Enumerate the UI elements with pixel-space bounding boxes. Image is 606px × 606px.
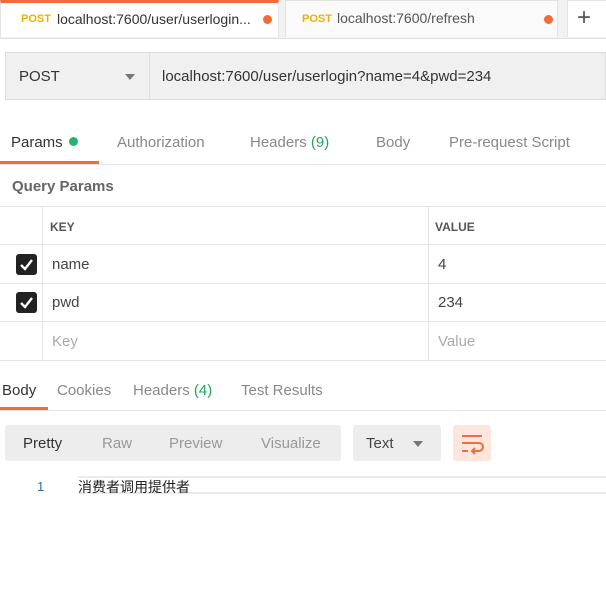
format-button-group: Pretty Raw Preview Visualize — [5, 425, 341, 461]
format-visualize-button[interactable]: Visualize — [261, 435, 321, 452]
active-tab-indicator — [0, 407, 48, 410]
format-pretty-button[interactable]: Pretty — [23, 435, 62, 452]
table-row: pwd 234 — [0, 284, 606, 322]
tab-method-badge: POST — [21, 13, 51, 25]
active-tab-indicator — [0, 161, 99, 164]
response-type-select[interactable]: Text — [353, 425, 441, 461]
tab-authorization[interactable]: Authorization — [117, 134, 205, 151]
param-value[interactable]: 4 — [438, 256, 446, 273]
chevron-down-icon — [125, 74, 135, 80]
response-body-editor[interactable]: 1 消费者调用提供者 — [0, 476, 606, 496]
column-header-value: VALUE — [435, 220, 475, 234]
status-dot-icon — [68, 137, 78, 146]
tab-method-badge: POST — [302, 13, 332, 25]
tab-response-headers-label: Headers — [133, 382, 190, 399]
tab-url-label: localhost:7600/refresh — [337, 10, 475, 26]
response-tabs: Body Cookies Headers (4) Test Results — [0, 372, 606, 411]
tab-body[interactable]: Body — [376, 134, 410, 151]
new-tab-button[interactable]: + — [567, 0, 606, 37]
request-tab-refresh[interactable]: POST localhost:7600/refresh — [285, 0, 558, 37]
tab-response-body[interactable]: Body — [2, 382, 36, 399]
tab-response-headers[interactable]: Headers (4) — [133, 382, 212, 399]
tab-url-label: localhost:7600/user/userlogin... — [57, 11, 251, 27]
tab-cookies[interactable]: Cookies — [57, 382, 111, 399]
wrap-lines-icon — [462, 435, 484, 455]
tab-params-label: Params — [11, 134, 63, 151]
line-number: 1 — [37, 479, 45, 494]
method-select-value: POST — [19, 68, 60, 85]
param-value[interactable]: 234 — [438, 294, 463, 311]
unsaved-dot-icon — [263, 15, 272, 24]
response-headers-count: (4) — [193, 382, 213, 399]
format-preview-button[interactable]: Preview — [169, 435, 222, 452]
param-key[interactable]: pwd — [52, 294, 80, 311]
request-tabs: Params Authorization Headers (9) Body Pr… — [0, 128, 606, 165]
table-header-row: KEY VALUE — [0, 207, 606, 245]
tab-pre-request-script[interactable]: Pre-request Script — [449, 134, 570, 151]
plus-icon: + — [577, 4, 592, 31]
response-type-value: Text — [366, 435, 394, 452]
query-params-table: KEY VALUE name 4 pwd 234 Key Value — [0, 206, 606, 361]
method-select[interactable]: POST — [5, 52, 149, 100]
headers-count: (9) — [310, 134, 330, 151]
chevron-down-icon — [413, 441, 423, 447]
tab-headers[interactable]: Headers (9) — [250, 134, 329, 151]
request-tab-userlogin[interactable]: POST localhost:7600/user/userlogin... — [0, 0, 279, 37]
query-params-title: Query Params — [12, 178, 114, 195]
unsaved-dot-icon — [544, 15, 553, 24]
tab-test-results[interactable]: Test Results — [241, 382, 323, 399]
param-key[interactable]: name — [52, 256, 90, 273]
table-row-new: Key Value — [0, 322, 606, 361]
checkmark-icon — [20, 259, 33, 271]
new-key-input[interactable]: Key — [52, 333, 78, 350]
param-checkbox[interactable] — [16, 254, 37, 275]
tab-headers-label: Headers — [250, 134, 307, 151]
table-row: name 4 — [0, 245, 606, 284]
param-checkbox[interactable] — [16, 292, 37, 313]
new-value-input[interactable]: Value — [438, 333, 475, 350]
url-input-value: localhost:7600/user/userlogin?name=4&pwd… — [162, 68, 492, 85]
response-body-text: 消费者调用提供者 — [78, 480, 190, 496]
format-raw-button[interactable]: Raw — [102, 435, 132, 452]
checkmark-icon — [20, 297, 33, 309]
tab-params[interactable]: Params — [11, 134, 78, 151]
request-tab-bar: POST localhost:7600/user/userlogin... PO… — [0, 0, 606, 39]
url-input[interactable]: localhost:7600/user/userlogin?name=4&pwd… — [149, 52, 606, 100]
column-header-key: KEY — [50, 220, 75, 234]
wrap-lines-button[interactable] — [453, 425, 491, 461]
